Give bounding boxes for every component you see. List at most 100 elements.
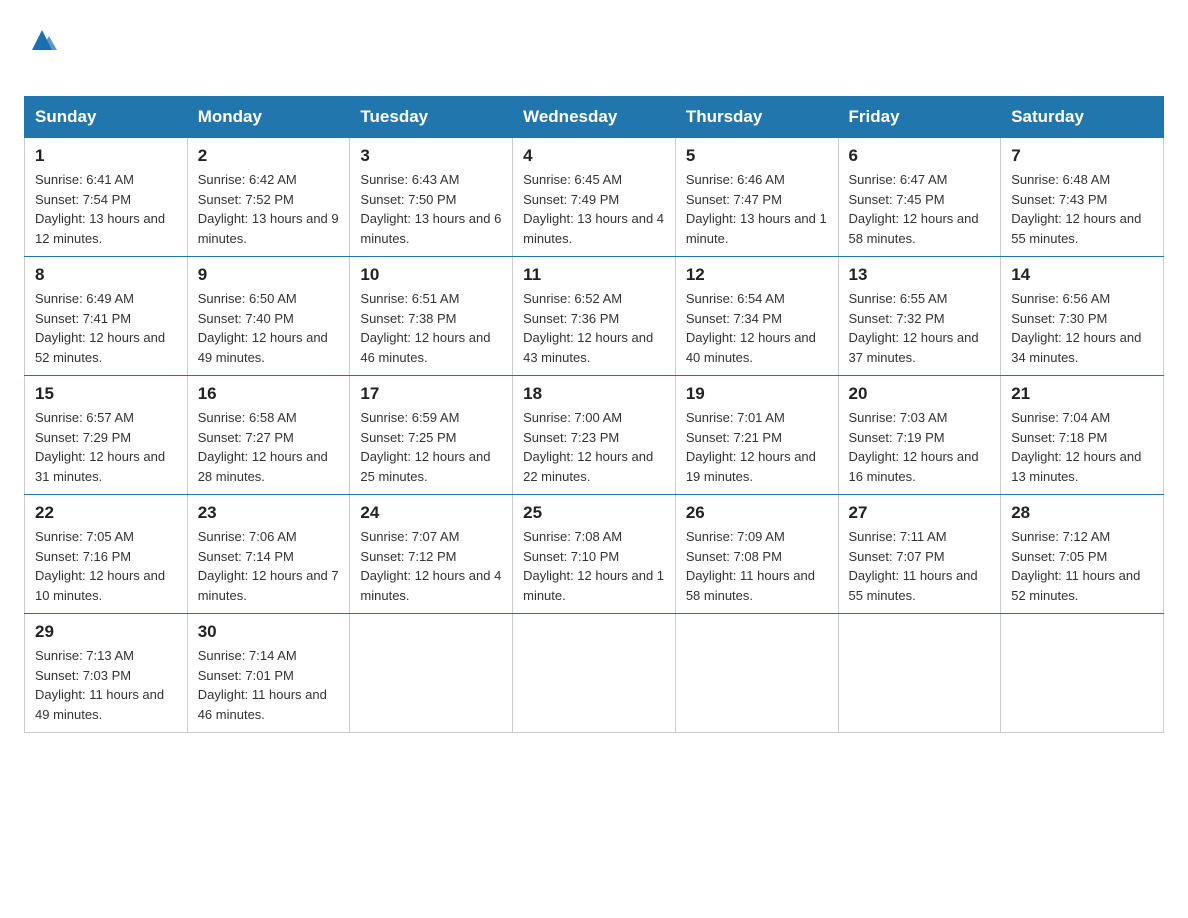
calendar-cell: 27 Sunrise: 7:11 AMSunset: 7:07 PMDaylig… bbox=[838, 495, 1001, 614]
calendar-cell bbox=[675, 614, 838, 733]
day-number: 1 bbox=[35, 146, 177, 166]
day-number: 29 bbox=[35, 622, 177, 642]
day-number: 22 bbox=[35, 503, 177, 523]
calendar-cell bbox=[1001, 614, 1164, 733]
weekday-header-saturday: Saturday bbox=[1001, 97, 1164, 138]
weekday-header-wednesday: Wednesday bbox=[513, 97, 676, 138]
day-info: Sunrise: 7:04 AMSunset: 7:18 PMDaylight:… bbox=[1011, 408, 1153, 486]
day-info: Sunrise: 6:51 AMSunset: 7:38 PMDaylight:… bbox=[360, 289, 502, 367]
day-info: Sunrise: 7:08 AMSunset: 7:10 PMDaylight:… bbox=[523, 527, 665, 605]
day-info: Sunrise: 7:06 AMSunset: 7:14 PMDaylight:… bbox=[198, 527, 340, 605]
calendar-cell: 16 Sunrise: 6:58 AMSunset: 7:27 PMDaylig… bbox=[187, 376, 350, 495]
weekday-header-thursday: Thursday bbox=[675, 97, 838, 138]
calendar-cell: 3 Sunrise: 6:43 AMSunset: 7:50 PMDayligh… bbox=[350, 138, 513, 257]
day-info: Sunrise: 7:07 AMSunset: 7:12 PMDaylight:… bbox=[360, 527, 502, 605]
calendar-cell: 8 Sunrise: 6:49 AMSunset: 7:41 PMDayligh… bbox=[25, 257, 188, 376]
day-number: 3 bbox=[360, 146, 502, 166]
day-number: 18 bbox=[523, 384, 665, 404]
day-info: Sunrise: 6:56 AMSunset: 7:30 PMDaylight:… bbox=[1011, 289, 1153, 367]
day-number: 27 bbox=[849, 503, 991, 523]
calendar-week-row: 15 Sunrise: 6:57 AMSunset: 7:29 PMDaylig… bbox=[25, 376, 1164, 495]
calendar-cell: 5 Sunrise: 6:46 AMSunset: 7:47 PMDayligh… bbox=[675, 138, 838, 257]
calendar-week-row: 22 Sunrise: 7:05 AMSunset: 7:16 PMDaylig… bbox=[25, 495, 1164, 614]
calendar-cell bbox=[838, 614, 1001, 733]
day-info: Sunrise: 6:43 AMSunset: 7:50 PMDaylight:… bbox=[360, 170, 502, 248]
logo bbox=[24, 24, 57, 78]
day-info: Sunrise: 7:11 AMSunset: 7:07 PMDaylight:… bbox=[849, 527, 991, 605]
day-info: Sunrise: 7:12 AMSunset: 7:05 PMDaylight:… bbox=[1011, 527, 1153, 605]
calendar-cell: 11 Sunrise: 6:52 AMSunset: 7:36 PMDaylig… bbox=[513, 257, 676, 376]
logo-triangle-icon bbox=[27, 22, 57, 52]
calendar-week-row: 8 Sunrise: 6:49 AMSunset: 7:41 PMDayligh… bbox=[25, 257, 1164, 376]
calendar-cell bbox=[350, 614, 513, 733]
day-number: 25 bbox=[523, 503, 665, 523]
calendar-cell: 12 Sunrise: 6:54 AMSunset: 7:34 PMDaylig… bbox=[675, 257, 838, 376]
calendar-cell: 19 Sunrise: 7:01 AMSunset: 7:21 PMDaylig… bbox=[675, 376, 838, 495]
day-info: Sunrise: 6:45 AMSunset: 7:49 PMDaylight:… bbox=[523, 170, 665, 248]
day-info: Sunrise: 6:58 AMSunset: 7:27 PMDaylight:… bbox=[198, 408, 340, 486]
day-number: 15 bbox=[35, 384, 177, 404]
calendar-cell: 4 Sunrise: 6:45 AMSunset: 7:49 PMDayligh… bbox=[513, 138, 676, 257]
day-info: Sunrise: 7:05 AMSunset: 7:16 PMDaylight:… bbox=[35, 527, 177, 605]
day-info: Sunrise: 7:14 AMSunset: 7:01 PMDaylight:… bbox=[198, 646, 340, 724]
day-info: Sunrise: 6:41 AMSunset: 7:54 PMDaylight:… bbox=[35, 170, 177, 248]
day-number: 2 bbox=[198, 146, 340, 166]
day-info: Sunrise: 7:00 AMSunset: 7:23 PMDaylight:… bbox=[523, 408, 665, 486]
day-number: 19 bbox=[686, 384, 828, 404]
day-number: 24 bbox=[360, 503, 502, 523]
calendar-cell: 7 Sunrise: 6:48 AMSunset: 7:43 PMDayligh… bbox=[1001, 138, 1164, 257]
day-number: 12 bbox=[686, 265, 828, 285]
day-number: 6 bbox=[849, 146, 991, 166]
day-number: 8 bbox=[35, 265, 177, 285]
day-info: Sunrise: 6:52 AMSunset: 7:36 PMDaylight:… bbox=[523, 289, 665, 367]
calendar-cell: 13 Sunrise: 6:55 AMSunset: 7:32 PMDaylig… bbox=[838, 257, 1001, 376]
day-number: 26 bbox=[686, 503, 828, 523]
day-info: Sunrise: 6:46 AMSunset: 7:47 PMDaylight:… bbox=[686, 170, 828, 248]
day-number: 17 bbox=[360, 384, 502, 404]
day-number: 30 bbox=[198, 622, 340, 642]
weekday-header-sunday: Sunday bbox=[25, 97, 188, 138]
calendar-cell: 17 Sunrise: 6:59 AMSunset: 7:25 PMDaylig… bbox=[350, 376, 513, 495]
calendar-cell: 25 Sunrise: 7:08 AMSunset: 7:10 PMDaylig… bbox=[513, 495, 676, 614]
day-number: 9 bbox=[198, 265, 340, 285]
day-number: 23 bbox=[198, 503, 340, 523]
calendar-cell: 28 Sunrise: 7:12 AMSunset: 7:05 PMDaylig… bbox=[1001, 495, 1164, 614]
calendar-cell bbox=[513, 614, 676, 733]
weekday-header-row: SundayMondayTuesdayWednesdayThursdayFrid… bbox=[25, 97, 1164, 138]
day-number: 11 bbox=[523, 265, 665, 285]
day-info: Sunrise: 6:42 AMSunset: 7:52 PMDaylight:… bbox=[198, 170, 340, 248]
day-number: 5 bbox=[686, 146, 828, 166]
calendar-week-row: 1 Sunrise: 6:41 AMSunset: 7:54 PMDayligh… bbox=[25, 138, 1164, 257]
calendar-cell: 22 Sunrise: 7:05 AMSunset: 7:16 PMDaylig… bbox=[25, 495, 188, 614]
day-info: Sunrise: 6:50 AMSunset: 7:40 PMDaylight:… bbox=[198, 289, 340, 367]
calendar-cell: 10 Sunrise: 6:51 AMSunset: 7:38 PMDaylig… bbox=[350, 257, 513, 376]
day-info: Sunrise: 7:03 AMSunset: 7:19 PMDaylight:… bbox=[849, 408, 991, 486]
day-number: 7 bbox=[1011, 146, 1153, 166]
calendar-cell: 23 Sunrise: 7:06 AMSunset: 7:14 PMDaylig… bbox=[187, 495, 350, 614]
day-number: 4 bbox=[523, 146, 665, 166]
calendar-table: SundayMondayTuesdayWednesdayThursdayFrid… bbox=[24, 96, 1164, 733]
weekday-header-tuesday: Tuesday bbox=[350, 97, 513, 138]
day-info: Sunrise: 6:54 AMSunset: 7:34 PMDaylight:… bbox=[686, 289, 828, 367]
calendar-cell: 9 Sunrise: 6:50 AMSunset: 7:40 PMDayligh… bbox=[187, 257, 350, 376]
calendar-cell: 26 Sunrise: 7:09 AMSunset: 7:08 PMDaylig… bbox=[675, 495, 838, 614]
page-header bbox=[24, 24, 1164, 78]
calendar-cell: 18 Sunrise: 7:00 AMSunset: 7:23 PMDaylig… bbox=[513, 376, 676, 495]
calendar-cell: 2 Sunrise: 6:42 AMSunset: 7:52 PMDayligh… bbox=[187, 138, 350, 257]
day-number: 16 bbox=[198, 384, 340, 404]
day-info: Sunrise: 6:49 AMSunset: 7:41 PMDaylight:… bbox=[35, 289, 177, 367]
day-number: 21 bbox=[1011, 384, 1153, 404]
day-number: 14 bbox=[1011, 265, 1153, 285]
day-info: Sunrise: 7:09 AMSunset: 7:08 PMDaylight:… bbox=[686, 527, 828, 605]
day-info: Sunrise: 7:13 AMSunset: 7:03 PMDaylight:… bbox=[35, 646, 177, 724]
day-info: Sunrise: 6:57 AMSunset: 7:29 PMDaylight:… bbox=[35, 408, 177, 486]
weekday-header-monday: Monday bbox=[187, 97, 350, 138]
calendar-cell: 29 Sunrise: 7:13 AMSunset: 7:03 PMDaylig… bbox=[25, 614, 188, 733]
day-number: 20 bbox=[849, 384, 991, 404]
day-info: Sunrise: 6:47 AMSunset: 7:45 PMDaylight:… bbox=[849, 170, 991, 248]
day-number: 10 bbox=[360, 265, 502, 285]
calendar-cell: 15 Sunrise: 6:57 AMSunset: 7:29 PMDaylig… bbox=[25, 376, 188, 495]
day-info: Sunrise: 6:59 AMSunset: 7:25 PMDaylight:… bbox=[360, 408, 502, 486]
calendar-cell: 20 Sunrise: 7:03 AMSunset: 7:19 PMDaylig… bbox=[838, 376, 1001, 495]
calendar-cell: 1 Sunrise: 6:41 AMSunset: 7:54 PMDayligh… bbox=[25, 138, 188, 257]
